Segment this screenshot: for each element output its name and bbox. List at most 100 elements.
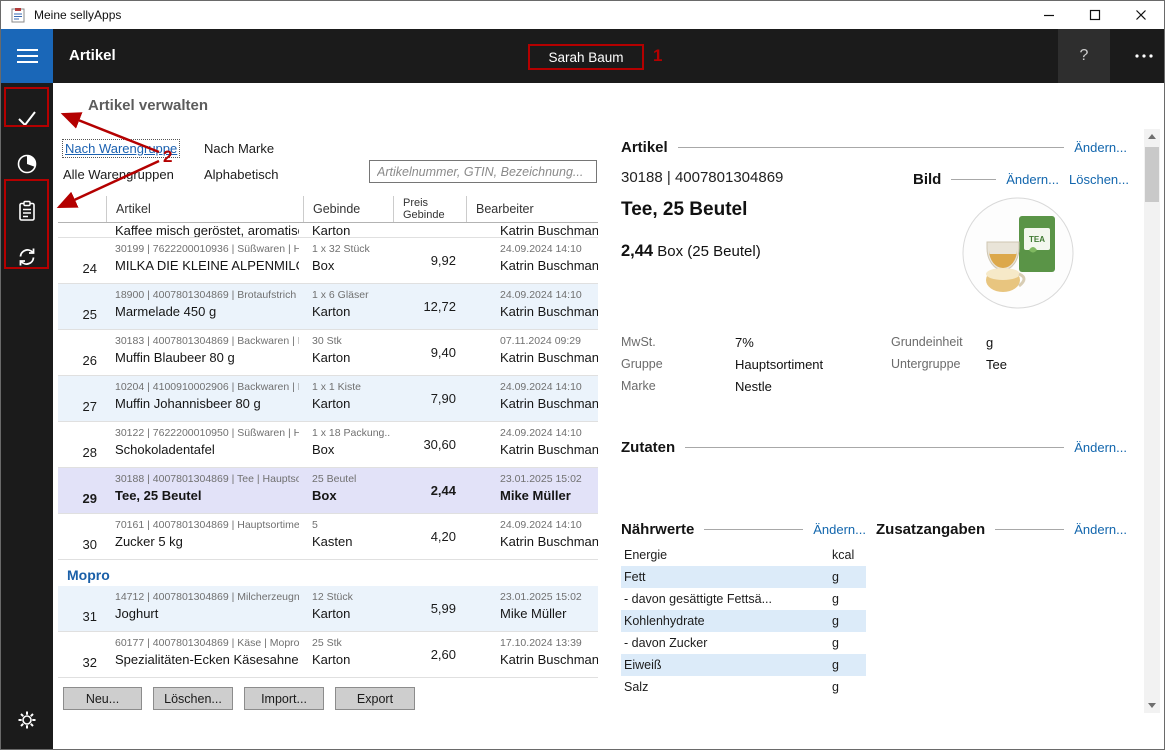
table-row[interactable]: 30 70161 | 4007801304869 | Hauptsortimen… bbox=[58, 514, 598, 560]
change-zusatzangaben-link[interactable]: Ändern... bbox=[1074, 522, 1127, 537]
edit-date: 24.09.2024 14:10 bbox=[500, 243, 598, 255]
article-name: Zucker 5 kg bbox=[115, 534, 299, 549]
annotation-box-user: Sarah Baum bbox=[528, 44, 644, 70]
divider bbox=[685, 447, 1064, 448]
table-actions: Neu... Löschen... Import... Export bbox=[63, 687, 415, 710]
column-bearbeiter[interactable]: Bearbeiter bbox=[466, 196, 598, 222]
table-row[interactable]: 26 30183 | 4007801304869 | Backwaren | H… bbox=[58, 330, 598, 376]
row-number: 28 bbox=[58, 422, 106, 467]
scroll-up-button[interactable] bbox=[1144, 129, 1160, 144]
gebinde-info: 5 bbox=[312, 519, 391, 531]
editor-name: Katrin Buschmann bbox=[500, 652, 598, 667]
edit-date: 24.09.2024 14:10 bbox=[500, 289, 598, 301]
app-icon bbox=[10, 7, 26, 23]
table-row[interactable]: 28 30122 | 7622200010950 | Süßwaren | Ha… bbox=[58, 422, 598, 468]
gebinde-info: 25 Stk bbox=[312, 637, 391, 649]
price: 4,20 bbox=[393, 514, 466, 559]
mwst-value: 7% bbox=[735, 335, 754, 350]
delete-button[interactable]: Löschen... bbox=[153, 687, 233, 710]
nutrition-row: - davon Zuckerg bbox=[621, 632, 866, 654]
new-button[interactable]: Neu... bbox=[63, 687, 142, 710]
table-row[interactable]: 25 18900 | 4007801304869 | Brotaufstrich… bbox=[58, 284, 598, 330]
more-button[interactable] bbox=[1121, 29, 1165, 83]
gebinde-info: 12 Stück bbox=[312, 591, 391, 603]
price: 30,60 bbox=[393, 422, 466, 467]
change-zutaten-link[interactable]: Ändern... bbox=[1074, 440, 1127, 455]
section-zusatzangaben: Zusatzangaben Ändern... bbox=[876, 519, 1127, 539]
change-naehrwerte-link[interactable]: Ändern... bbox=[813, 522, 866, 537]
delete-bild-link[interactable]: Löschen... bbox=[1069, 172, 1129, 187]
divider bbox=[678, 147, 1065, 148]
menu-button[interactable] bbox=[1, 29, 53, 83]
sidebar-button-clipboard[interactable] bbox=[1, 190, 53, 232]
search-input[interactable] bbox=[369, 160, 597, 183]
column-gebinde[interactable]: Gebinde bbox=[303, 196, 393, 222]
edit-date: 24.09.2024 14:10 bbox=[500, 427, 598, 439]
gebinde-type: Box bbox=[312, 488, 391, 503]
sidebar-button-chart[interactable] bbox=[1, 143, 53, 185]
edit-date: 17.10.2024 13:39 bbox=[500, 637, 598, 649]
row-number: 30 bbox=[58, 514, 106, 559]
editor-name: Katrin Buschmann bbox=[500, 534, 598, 549]
pie-chart-icon bbox=[16, 153, 38, 175]
nutrition-row: Eiweißg bbox=[621, 654, 866, 676]
row-number: 29 bbox=[58, 468, 106, 513]
row-number: 32 bbox=[58, 632, 106, 677]
table-row[interactable]: 31 14712 | 4007801304869 | Milcherzeugni… bbox=[58, 586, 598, 632]
article-name: Kaffee misch geröstet, aromatisch,... bbox=[115, 223, 299, 237]
article-name-detail: Tee, 25 Beutel bbox=[621, 199, 747, 221]
table-row-selected[interactable]: 29 30188 | 4007801304869 | Tee | Hauptso… bbox=[58, 468, 598, 514]
price: 2,60 bbox=[393, 632, 466, 677]
scroll-down-button[interactable] bbox=[1144, 698, 1160, 713]
article-name: MILKA DIE KLEINE ALPENMILCH4... bbox=[115, 258, 299, 273]
filter-alphabetisch[interactable]: Alphabetisch bbox=[204, 167, 278, 182]
tab-by-marke[interactable]: Nach Marke bbox=[204, 141, 274, 156]
editor-name: Mike Müller bbox=[500, 606, 598, 621]
price: 9,40 bbox=[393, 330, 466, 375]
column-artikel[interactable]: Artikel bbox=[106, 196, 303, 222]
editor-name: Mike Müller bbox=[500, 488, 598, 503]
maximize-button[interactable] bbox=[1072, 1, 1118, 29]
article-name: Schokoladentafel bbox=[115, 442, 299, 457]
nutrition-row: - davon gesättigte Fettsä...g bbox=[621, 588, 866, 610]
sidebar-button-check[interactable] bbox=[1, 97, 53, 139]
gebinde-type: Karton bbox=[312, 606, 391, 621]
export-button[interactable]: Export bbox=[335, 687, 415, 710]
scrollbar-thumb[interactable] bbox=[1145, 147, 1159, 202]
table-row[interactable]: 24 30199 | 7622200010936 | Süßwaren | Ha… bbox=[58, 238, 598, 284]
change-artikel-link[interactable]: Ändern... bbox=[1074, 140, 1127, 155]
column-preis-gebinde[interactable]: Preis Gebinde bbox=[393, 196, 466, 222]
help-button[interactable]: ? bbox=[1058, 29, 1110, 83]
change-bild-link[interactable]: Ändern... bbox=[1006, 172, 1059, 187]
marke-value: Nestle bbox=[735, 379, 772, 394]
row-number: 27 bbox=[58, 376, 106, 421]
gruppe-label: Gruppe bbox=[621, 357, 735, 371]
annotation-label-1: 1 bbox=[653, 46, 662, 66]
editor-name: Katrin Buschmann bbox=[500, 223, 598, 237]
user-name[interactable]: Sarah Baum bbox=[548, 50, 623, 65]
table-row[interactable]: 32 60177 | 4007801304869 | Käse | MoproS… bbox=[58, 632, 598, 678]
nutrition-row: Energiekcal bbox=[621, 544, 866, 566]
gruppe-value: Hauptsortiment bbox=[735, 357, 823, 372]
edit-date: 23.01.2025 15:02 bbox=[500, 591, 598, 603]
table-row-partial[interactable]: Kaffee misch geröstet, aromatisch,... Ka… bbox=[58, 223, 598, 238]
vertical-scrollbar[interactable] bbox=[1144, 129, 1160, 713]
close-button[interactable] bbox=[1118, 1, 1164, 29]
import-button[interactable]: Import... bbox=[244, 687, 324, 710]
table-row[interactable]: 27 10204 | 4100910002906 | Backwaren | H… bbox=[58, 376, 598, 422]
price-unit: Box (25 Beutel) bbox=[657, 243, 760, 260]
tab-by-warengruppe[interactable]: Nach Warengruppe bbox=[63, 140, 179, 157]
minimize-button[interactable] bbox=[1026, 1, 1072, 29]
help-icon: ? bbox=[1080, 47, 1089, 65]
section-zutaten: Zutaten Ändern... bbox=[621, 437, 1127, 457]
price: 2,44 bbox=[393, 468, 466, 513]
price: 5,99 bbox=[393, 586, 466, 631]
gebinde-info: 30 Stk bbox=[312, 335, 391, 347]
sidebar-button-settings[interactable] bbox=[1, 699, 53, 741]
sidebar-button-sync[interactable] bbox=[1, 236, 53, 278]
detail-fields-right: Grundeinheitg UntergruppeTee bbox=[891, 331, 1007, 375]
filter-all-warengruppen[interactable]: Alle Warengruppen bbox=[63, 167, 174, 182]
article-list-panel: Artikel verwalten Nach Warengruppe Nach … bbox=[53, 83, 621, 749]
article-number: 30188 | 4007801304869 bbox=[621, 169, 783, 186]
nutrition-row: Salzg bbox=[621, 676, 866, 698]
